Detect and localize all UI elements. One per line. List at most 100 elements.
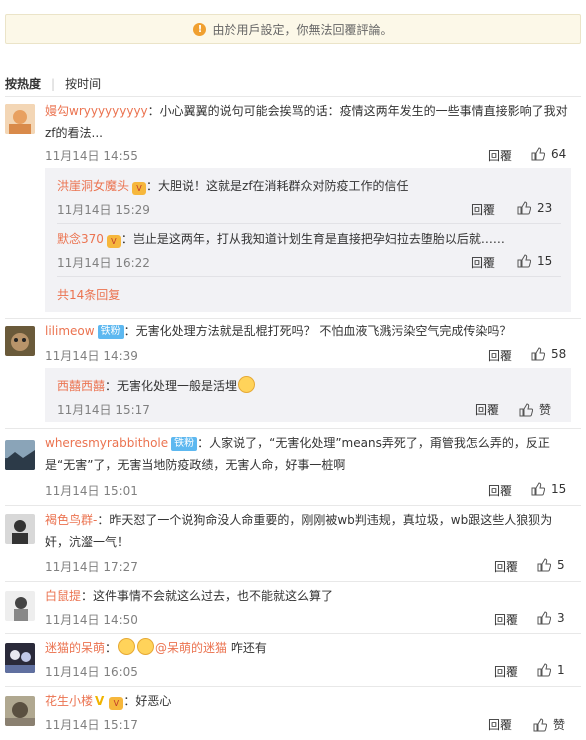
comment-time: 11月14日 14:55 — [45, 149, 138, 163]
comment-text: wheresmyrabbithole 铁粉 ：人家说了，“无害化处理”means弄死… — [45, 436, 550, 472]
like-button[interactable]: 3 — [537, 611, 565, 625]
reply-button[interactable]: 回覆 — [488, 347, 512, 364]
like-button[interactable]: 赞 — [533, 716, 565, 733]
thumb-up-icon — [519, 402, 533, 416]
avatar[interactable] — [5, 696, 35, 726]
laughing-emoji-icon — [137, 638, 155, 655]
comment-username[interactable]: 褐色鸟群- — [45, 513, 97, 527]
reply-text: 默念370 V ：岂止是这两年，打从我知道计划生育是直接把孕妇拉去堕胎以后就…… — [57, 232, 505, 248]
comment-username[interactable]: 嫚勾wryyyyyyyyy — [45, 104, 148, 118]
avatar[interactable] — [5, 104, 35, 134]
like-count: 赞 — [553, 718, 566, 732]
reply-time: 11月14日 15:29 — [57, 203, 150, 217]
like-count: 15 — [537, 254, 553, 268]
sort-tabs: 按热度 | 按时间 — [5, 75, 101, 92]
divider — [5, 633, 581, 634]
avatar[interactable] — [5, 643, 35, 673]
comment-username[interactable]: 迷猫的呆萌 — [45, 641, 105, 655]
reply-time: 11月14日 15:17 — [57, 403, 150, 417]
reply-button[interactable]: 回覆 — [488, 716, 512, 733]
member-icon: V — [132, 182, 147, 195]
comment-text: 花生小楼 V V ：好恶心 — [45, 694, 172, 710]
like-count: 1 — [557, 663, 565, 677]
like-count: 3 — [557, 611, 565, 625]
warning-icon: ! — [193, 22, 207, 36]
like-count: 23 — [537, 201, 553, 215]
thumb-up-icon — [531, 347, 545, 361]
like-button[interactable]: 赞 — [519, 401, 551, 418]
comment-text: 白鼠提：这件事情不会就这么过去，也不能就这么算了 — [45, 589, 334, 603]
divider — [57, 223, 561, 224]
comment-username[interactable]: lilimeow — [45, 324, 95, 338]
reply-button[interactable]: 回覆 — [488, 147, 512, 164]
avatar[interactable] — [5, 591, 35, 621]
replies-box: 洪崖洞女魔头 V ：大胆说！这就是zf在消耗群众对防疫工作的信任 11月14日 15… — [45, 168, 571, 312]
avatar[interactable] — [5, 514, 35, 544]
laughing-emoji-icon — [118, 638, 136, 655]
comment-time: 11月14日 15:01 — [45, 484, 138, 498]
thumb-up-icon — [537, 611, 551, 625]
member-icon: V — [106, 235, 121, 248]
tab-separator: | — [51, 76, 56, 91]
thumb-up-icon — [531, 147, 545, 161]
mention-link[interactable]: @呆萌的迷猫 — [155, 641, 227, 655]
thumb-up-icon — [537, 558, 551, 572]
tab-sort-time[interactable]: 按时间 — [65, 75, 101, 92]
reply-button[interactable]: 回覆 — [475, 401, 499, 418]
thumb-up-icon — [533, 717, 547, 731]
comment-text: 嫚勾wryyyyyyyyy：小心翼翼的说句可能会挨骂的话：疫情这两年发生的一些事… — [45, 104, 568, 140]
reply-disabled-notice: ! 由於用戶設定，你無法回覆評論。 — [5, 14, 581, 44]
reply-button[interactable]: 回覆 — [494, 663, 518, 680]
reply-username[interactable]: 默念370 — [57, 232, 104, 246]
reply-button[interactable]: 回覆 — [494, 558, 518, 575]
divider — [5, 686, 581, 687]
thumb-up-icon — [537, 663, 551, 677]
like-count: 15 — [551, 482, 567, 496]
divider — [57, 276, 561, 277]
like-count: 5 — [557, 558, 565, 572]
reply-text: 洪崖洞女魔头 V ：大胆说！这就是zf在消耗群众对防疫工作的信任 — [57, 179, 409, 195]
comment-text: 褐色鸟群-：昨天怼了一个说狗命没人命重要的，刚刚被wb判违规，真垃圾，wb跟这些… — [45, 513, 553, 549]
comment-time: 11月14日 14:39 — [45, 349, 138, 363]
member-icon: V — [109, 697, 124, 710]
reply-button[interactable]: 回覆 — [471, 254, 495, 271]
divider — [5, 318, 581, 319]
reply-username[interactable]: 西囍西囍 — [57, 379, 105, 393]
divider — [5, 428, 581, 429]
divider — [5, 96, 581, 97]
like-button[interactable]: 15 — [517, 254, 552, 268]
reply-button[interactable]: 回覆 — [494, 611, 518, 628]
avatar[interactable] — [5, 326, 35, 356]
reply-button[interactable]: 回覆 — [488, 482, 512, 499]
notice-text: 由於用戶設定，你無法回覆評論。 — [212, 22, 393, 37]
comment-username[interactable]: wheresmyrabbithole — [45, 436, 168, 450]
fan-badge: 铁粉 — [171, 437, 198, 451]
like-button[interactable]: 58 — [531, 347, 566, 361]
tab-sort-hot[interactable]: 按热度 — [5, 75, 41, 92]
avatar[interactable] — [5, 440, 35, 470]
fan-badge: 铁粉 — [97, 325, 124, 339]
comment-text: lilimeow 铁粉 ：无害化处理方法就是乱棍打死吗？ 不怕血液飞溅污染空气完成传… — [45, 324, 512, 339]
verified-icon: V — [95, 694, 105, 708]
reply-text: 西囍西囍：无害化处理一般是活埋 — [57, 376, 256, 396]
reply-username[interactable]: 洪崖洞女魔头 — [57, 179, 129, 193]
like-button[interactable]: 5 — [537, 558, 565, 572]
like-button[interactable]: 23 — [517, 201, 552, 215]
comment-time: 11月14日 14:50 — [45, 613, 138, 627]
view-more-replies-link[interactable]: 共14条回复 — [57, 286, 120, 303]
reply-button[interactable]: 回覆 — [471, 201, 495, 218]
thumb-up-icon — [517, 201, 531, 215]
like-count: 58 — [551, 347, 567, 361]
comment-time: 11月14日 15:17 — [45, 718, 138, 732]
comment-username[interactable]: 白鼠提 — [45, 589, 81, 603]
like-button[interactable]: 15 — [531, 482, 566, 496]
like-button[interactable]: 1 — [537, 663, 565, 677]
like-count: 赞 — [539, 403, 552, 417]
like-count: 64 — [551, 147, 567, 161]
reply-time: 11月14日 16:22 — [57, 256, 150, 270]
like-button[interactable]: 64 — [531, 147, 566, 161]
comment-time: 11月14日 17:27 — [45, 560, 138, 574]
comment-username[interactable]: 花生小楼 — [45, 694, 93, 708]
divider — [5, 505, 581, 506]
crying-emoji-icon — [238, 376, 256, 393]
